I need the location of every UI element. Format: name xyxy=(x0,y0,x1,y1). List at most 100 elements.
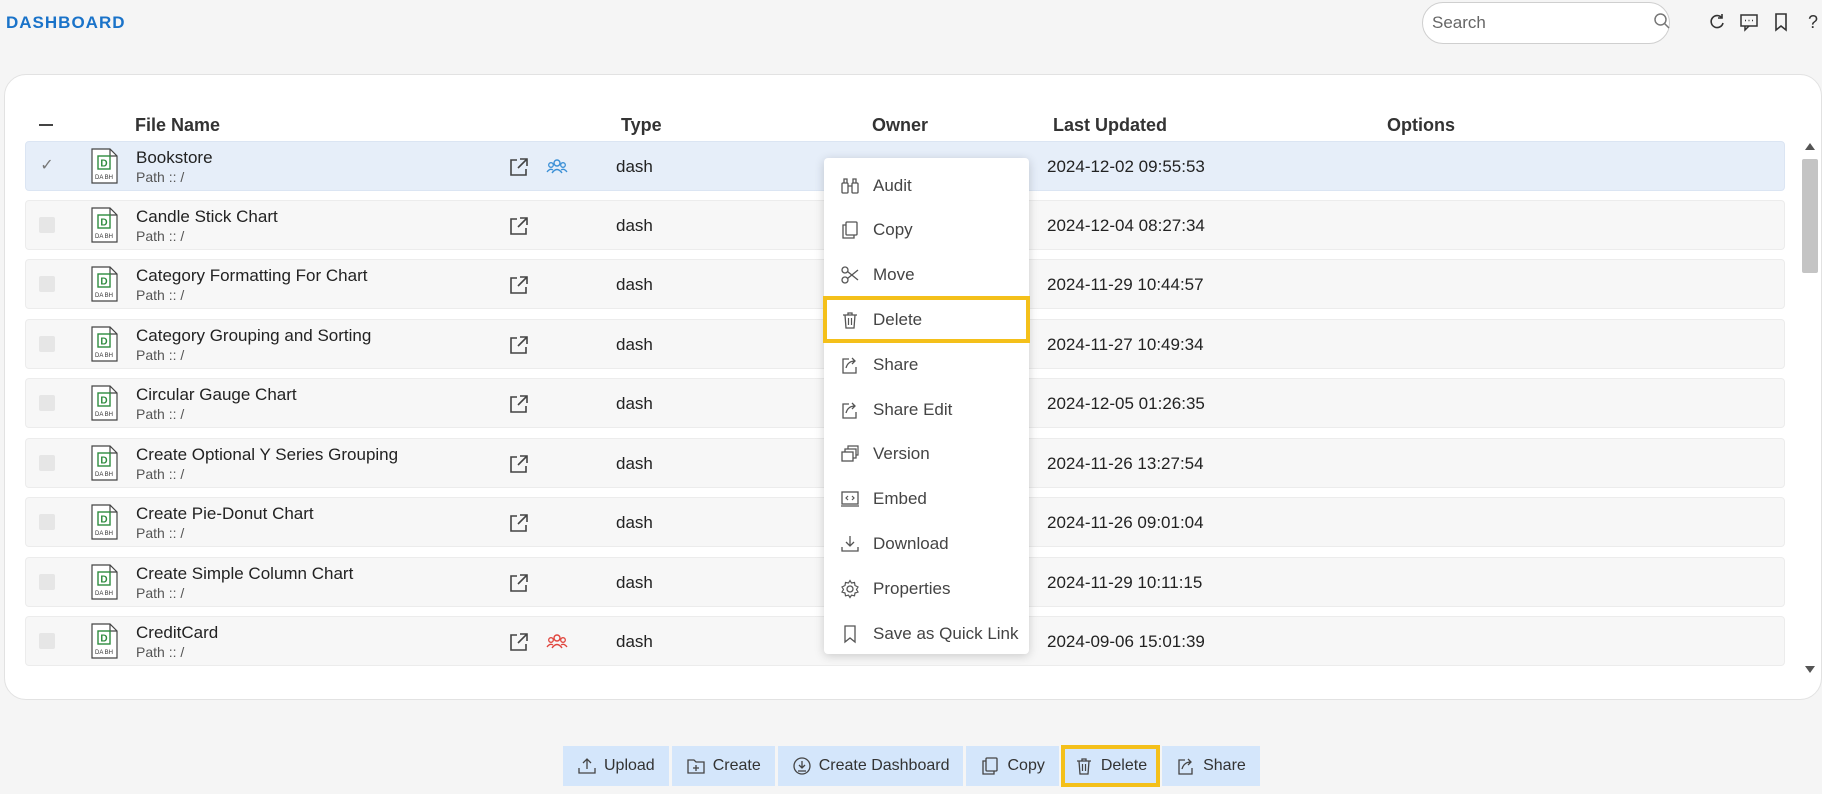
scissors-icon xyxy=(840,265,873,285)
share-button[interactable]: Share xyxy=(1162,746,1260,786)
dashboard-file-icon: D DA BH xyxy=(90,326,118,362)
file-name[interactable]: CreditCard xyxy=(136,623,218,643)
download-icon xyxy=(840,534,873,554)
row-checkbox[interactable] xyxy=(39,633,55,649)
menu-item-download[interactable]: Download xyxy=(824,521,1029,566)
row-checkbox[interactable] xyxy=(39,276,55,292)
file-name[interactable]: Circular Gauge Chart xyxy=(136,385,297,405)
upload-icon xyxy=(577,756,604,776)
dashboard-file-icon: D DA BH xyxy=(90,266,118,302)
menu-item-label: Save as Quick Link xyxy=(873,623,1019,643)
menu-item-share-edit[interactable]: Share Edit xyxy=(824,387,1029,432)
row-checkbox[interactable] xyxy=(39,336,55,352)
select-all-checkbox[interactable] xyxy=(39,124,53,126)
open-external-icon[interactable] xyxy=(508,334,530,356)
open-external-icon[interactable] xyxy=(508,572,530,594)
version-icon xyxy=(840,444,873,464)
menu-item-version[interactable]: Version xyxy=(824,432,1029,477)
scroll-up-arrow[interactable] xyxy=(1805,143,1815,150)
menu-item-properties[interactable]: Properties xyxy=(824,566,1029,611)
scroll-down-arrow[interactable] xyxy=(1805,666,1815,673)
button-label: Delete xyxy=(1100,757,1148,774)
column-owner[interactable]: Owner xyxy=(872,115,928,136)
menu-item-embed[interactable]: Embed xyxy=(824,477,1029,522)
embed-icon xyxy=(840,489,873,509)
file-path: Path :: / xyxy=(136,287,185,303)
column-last-updated[interactable]: Last Updated xyxy=(1053,115,1167,136)
shared-users-icon[interactable] xyxy=(546,156,568,178)
search-icon[interactable] xyxy=(1653,12,1671,35)
row-checkbox[interactable] xyxy=(39,514,55,530)
file-name[interactable]: Create Simple Column Chart xyxy=(136,564,353,584)
dashboard-file-icon: D DA BH xyxy=(90,564,118,600)
bookmark-icon[interactable] xyxy=(1770,10,1792,34)
menu-item-share[interactable]: Share xyxy=(824,342,1029,387)
scroll-thumb[interactable] xyxy=(1802,159,1818,273)
row-checkbox[interactable] xyxy=(39,395,55,411)
file-path: Path :: / xyxy=(136,347,185,363)
copy-button[interactable]: Copy xyxy=(966,746,1059,786)
gear-icon xyxy=(840,579,873,599)
file-type: dash xyxy=(616,454,653,473)
shared-users-icon[interactable] xyxy=(546,631,568,653)
search-box[interactable] xyxy=(1422,2,1670,44)
open-external-icon[interactable] xyxy=(508,215,530,237)
menu-item-audit[interactable]: Audit xyxy=(824,163,1029,208)
open-external-icon[interactable] xyxy=(508,512,530,534)
button-label: Upload xyxy=(604,757,655,774)
open-external-icon[interactable] xyxy=(508,631,530,653)
delete-button[interactable]: Delete xyxy=(1060,745,1161,787)
menu-item-copy[interactable]: Copy xyxy=(824,208,1029,253)
create-dashboard-button[interactable]: Create Dashboard xyxy=(777,746,964,786)
bottom-toolbar: Upload Create Create Dashboard Copy Delete Sh… xyxy=(563,745,1260,787)
share-icon xyxy=(1176,756,1203,776)
help-icon[interactable]: ? xyxy=(1802,10,1822,34)
svg-text:DA BH: DA BH xyxy=(95,591,113,597)
menu-item-save-as-quick-link[interactable]: Save as Quick Link xyxy=(824,611,1029,656)
refresh-icon[interactable] xyxy=(1706,10,1728,34)
comment-icon[interactable] xyxy=(1738,10,1760,34)
svg-text:D: D xyxy=(100,396,107,407)
row-checkbox[interactable]: ✓ xyxy=(39,158,55,174)
menu-item-label: Copy xyxy=(873,220,913,240)
menu-item-move[interactable]: Move xyxy=(824,253,1029,298)
open-external-icon[interactable] xyxy=(508,156,530,178)
file-name[interactable]: Create Optional Y Series Grouping xyxy=(136,445,398,465)
menu-item-delete[interactable]: Delete xyxy=(823,296,1030,344)
column-options: Options xyxy=(1387,114,1455,135)
dashboard-create-icon xyxy=(792,756,819,776)
svg-text:DA BH: DA BH xyxy=(95,353,113,359)
open-external-icon[interactable] xyxy=(508,274,530,296)
trash-icon xyxy=(1074,756,1101,776)
file-name[interactable]: Candle Stick Chart xyxy=(136,207,278,227)
last-updated: 2024-11-29 10:44:57 xyxy=(1047,275,1204,294)
column-type[interactable]: Type xyxy=(621,115,662,136)
create-button[interactable]: Create xyxy=(671,746,775,786)
column-file-name[interactable]: File Name xyxy=(135,115,220,136)
file-name[interactable]: Category Grouping and Sorting xyxy=(136,326,371,346)
open-external-icon[interactable] xyxy=(508,453,530,475)
upload-button[interactable]: Upload xyxy=(563,746,669,786)
last-updated: 2024-12-04 08:27:34 xyxy=(1047,216,1205,235)
last-updated: 2024-09-06 15:01:39 xyxy=(1047,632,1205,651)
row-checkbox[interactable] xyxy=(39,455,55,471)
svg-text:D: D xyxy=(100,515,107,526)
row-checkbox[interactable] xyxy=(39,217,55,233)
svg-text:D: D xyxy=(100,456,107,467)
context-menu: Audit Copy Move Delete Share Share Edit Versio… xyxy=(823,158,1030,656)
last-updated: 2024-11-29 10:11:15 xyxy=(1047,573,1203,592)
dashboard-file-icon: D DA BH xyxy=(90,207,118,243)
menu-item-label: Version xyxy=(873,444,930,464)
file-type: dash xyxy=(616,394,653,413)
search-input[interactable] xyxy=(1432,13,1653,33)
file-name[interactable]: Bookstore xyxy=(136,148,213,168)
open-external-icon[interactable] xyxy=(508,393,530,415)
bookmark-icon xyxy=(840,624,873,644)
menu-item-label: Share Edit xyxy=(873,399,953,419)
row-checkbox[interactable] xyxy=(39,574,55,590)
svg-text:DA BH: DA BH xyxy=(95,412,113,418)
copy-icon xyxy=(840,220,873,240)
file-name[interactable]: Create Pie-Donut Chart xyxy=(136,504,314,524)
scrollbar[interactable] xyxy=(1801,139,1819,679)
file-name[interactable]: Category Formatting For Chart xyxy=(136,266,367,286)
